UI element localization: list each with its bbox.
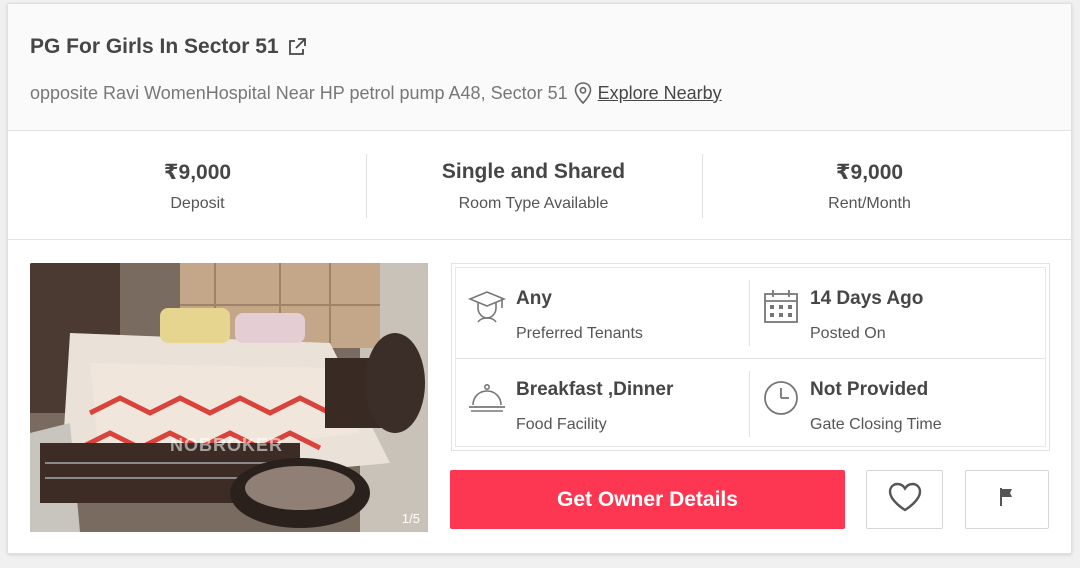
title-row: PG For Girls In Sector 51 — [30, 35, 307, 59]
detail-label: Preferred Tenants — [516, 325, 643, 342]
detail-posted-on: 14 Days Ago Posted On — [750, 268, 1044, 358]
report-button[interactable] — [965, 470, 1049, 529]
stat-room-type: Single and Shared Room Type Available — [366, 132, 701, 240]
stat-value: Single and Shared — [441, 160, 626, 183]
detail-preferred-tenants: Any Preferred Tenants — [456, 268, 750, 358]
detail-label: Posted On — [810, 325, 886, 342]
detail-value: 14 Days Ago — [810, 288, 924, 309]
food-cloche-icon — [468, 379, 506, 417]
stat-value: ₹9,000 — [835, 161, 904, 184]
detail-value: Any — [516, 288, 552, 309]
detail-food-facility: Breakfast ,Dinner Food Facility — [456, 359, 750, 449]
details-grid: Any Preferred Tenants 14 Days Ago Posted… — [451, 263, 1050, 451]
graduate-icon — [467, 288, 507, 326]
stat-value: ₹9,000 — [163, 161, 232, 184]
external-link-icon[interactable] — [287, 37, 307, 57]
get-owner-details-button[interactable]: Get Owner Details — [450, 470, 845, 529]
detail-gate-closing: Not Provided Gate Closing Time — [750, 359, 1044, 449]
heart-icon — [888, 482, 922, 517]
favorite-button[interactable] — [866, 470, 943, 529]
property-photo[interactable]: NOBROKER 1/5 — [30, 263, 428, 532]
stat-rent: ₹9,000 Rent/Month — [702, 132, 1037, 240]
stat-label: Room Type Available — [458, 195, 609, 212]
detail-label: Gate Closing Time — [810, 416, 942, 433]
stat-label: Rent/Month — [828, 195, 911, 212]
detail-value: Not Provided — [810, 379, 929, 400]
card-header: PG For Girls In Sector 51 opposite Ravi … — [8, 4, 1071, 131]
property-address: opposite Ravi WomenHospital Near HP petr… — [30, 82, 568, 103]
details-grid-inner: Any Preferred Tenants 14 Days Ago Posted… — [455, 267, 1046, 447]
property-title[interactable]: PG For Girls In Sector 51 — [30, 35, 279, 59]
photo-watermark: NOBROKER — [170, 435, 284, 455]
property-card: PG For Girls In Sector 51 opposite Ravi … — [7, 3, 1072, 554]
explore-nearby-link[interactable]: Explore Nearby — [598, 83, 722, 104]
stat-label: Deposit — [170, 195, 225, 212]
clock-icon — [762, 379, 800, 417]
stats-bar: ₹9,000 Deposit Single and Shared Room Ty… — [8, 132, 1071, 240]
detail-value: Breakfast ,Dinner — [516, 379, 674, 400]
calendar-icon — [762, 288, 800, 326]
photo-counter: 1/5 — [401, 511, 420, 526]
stat-deposit: ₹9,000 Deposit — [30, 132, 365, 240]
location-pin-icon — [574, 82, 592, 105]
address-row: opposite Ravi WomenHospital Near HP petr… — [30, 82, 722, 105]
flag-icon — [998, 486, 1016, 513]
detail-label: Food Facility — [516, 416, 607, 433]
